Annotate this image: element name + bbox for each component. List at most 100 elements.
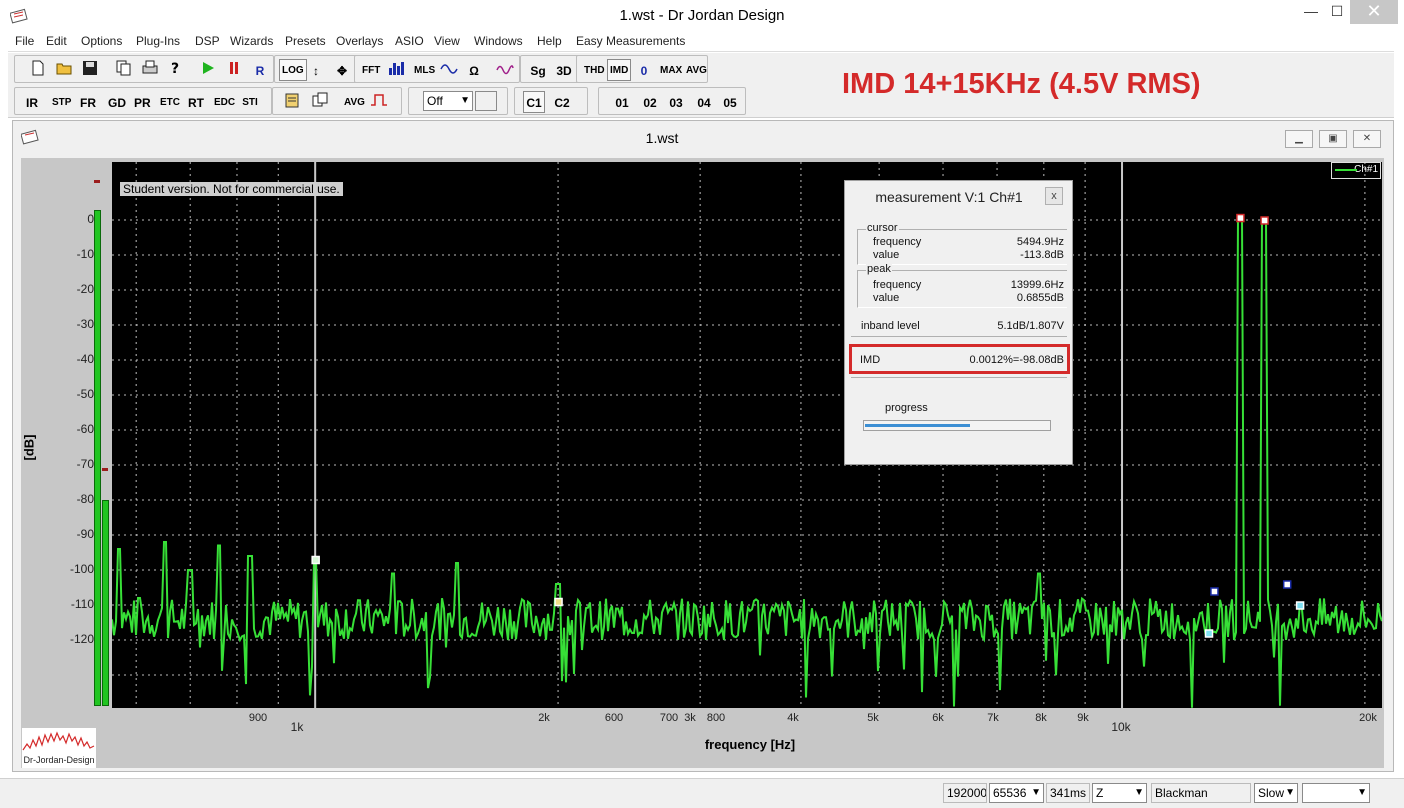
- menu-plugins[interactable]: Plug-Ins: [136, 34, 180, 48]
- off-select[interactable]: Off ▼: [423, 91, 473, 111]
- menu-overlays[interactable]: Overlays: [336, 34, 383, 48]
- logo-text: Dr-Jordan-Design: [23, 755, 95, 765]
- x-tick-major: 1k: [290, 720, 304, 734]
- cursor-frequency-label: frequency: [873, 236, 922, 248]
- save-icon[interactable]: [79, 59, 101, 81]
- spectrum-plot[interactable]: [112, 162, 1382, 708]
- imd-button[interactable]: IMD: [607, 59, 632, 81]
- mls-button[interactable]: MLS: [411, 59, 438, 81]
- open-icon[interactable]: [53, 59, 75, 81]
- waveform-icon[interactable]: [437, 59, 461, 81]
- preset-01-button[interactable]: 01: [611, 91, 633, 113]
- print-icon[interactable]: [139, 59, 161, 81]
- new-icon[interactable]: [27, 59, 49, 81]
- zero-button[interactable]: 0: [633, 59, 655, 81]
- clipboard-icon[interactable]: [281, 91, 303, 113]
- menu-presets[interactable]: Presets: [285, 34, 326, 48]
- imd-label: IMD: [860, 354, 881, 366]
- max-button[interactable]: MAX: [657, 59, 685, 81]
- menu-dsp[interactable]: DSP: [195, 34, 220, 48]
- play-icon[interactable]: [197, 59, 219, 81]
- signal-generator-button[interactable]: Sg: [527, 59, 549, 81]
- preset-03-button[interactable]: 03: [665, 91, 687, 113]
- x-tick: 800: [706, 712, 726, 724]
- maximize-button[interactable]: ☐: [1322, 0, 1352, 24]
- move-icon[interactable]: ✥: [331, 59, 353, 81]
- channel-c1-button[interactable]: C1: [523, 91, 545, 113]
- tools-toolbar: AVG: [272, 87, 402, 115]
- imd-value: 0.0012%=-98.08dB: [969, 354, 1065, 366]
- y-axis-label: [dB]: [21, 434, 37, 461]
- record-r-icon[interactable]: R: [249, 59, 271, 81]
- pr-button[interactable]: PR: [131, 91, 154, 113]
- thd-button[interactable]: THD: [581, 59, 608, 81]
- menu-windows[interactable]: Windows: [474, 34, 523, 48]
- help-icon[interactable]: ?: [165, 59, 187, 81]
- close-button[interactable]: ✕: [1350, 0, 1398, 24]
- fft-size-select[interactable]: 65536 ▼: [989, 783, 1044, 803]
- doc-close-icon[interactable]: ✕: [1353, 130, 1381, 148]
- windows-icon[interactable]: [309, 91, 331, 113]
- menu-asio[interactable]: ASIO: [395, 34, 424, 48]
- sweep-icon[interactable]: [493, 59, 517, 81]
- level-meter-left: [94, 210, 101, 706]
- menu-file[interactable]: File: [15, 34, 34, 48]
- avg-button-2[interactable]: AVG: [341, 91, 368, 113]
- progress-fill: [865, 424, 970, 427]
- ohm-icon[interactable]: Ω: [463, 59, 485, 81]
- menu-options[interactable]: Options: [81, 34, 122, 48]
- log-button[interactable]: LOG: [279, 59, 307, 81]
- signal-toolbar: Sg 3D: [520, 55, 582, 83]
- avg-button[interactable]: AVG: [683, 59, 710, 81]
- stp-button[interactable]: STP: [49, 91, 74, 113]
- sti-button[interactable]: STI: [239, 91, 261, 113]
- view-toolbar: LOG ↕ ✥: [274, 55, 360, 83]
- color-swatch[interactable]: [475, 91, 497, 111]
- doc-restore-icon[interactable]: ▣: [1319, 130, 1347, 148]
- vertical-arrow-icon[interactable]: ↕: [305, 59, 327, 81]
- fft-size-value: 65536: [993, 786, 1027, 800]
- menu-bar: File Edit Options Plug-Ins DSP Wizards P…: [8, 32, 1394, 52]
- pause-icon[interactable]: [223, 59, 245, 81]
- ir-button[interactable]: IR: [21, 91, 43, 113]
- imd-product-marker: [1210, 587, 1219, 596]
- cursor-group: cursor frequency 5494.9Hz value -113.8dB: [857, 222, 1067, 265]
- chevron-down-icon: ▼: [1134, 787, 1144, 798]
- measurement-close-button[interactable]: x: [1045, 187, 1063, 205]
- fft-button[interactable]: FFT: [359, 59, 383, 81]
- copy-icon[interactable]: [113, 59, 135, 81]
- fr-button[interactable]: FR: [77, 91, 99, 113]
- menu-edit[interactable]: Edit: [46, 34, 67, 48]
- extra-select[interactable]: ▼: [1302, 783, 1370, 803]
- cursor-value: -113.8dB: [1020, 249, 1064, 261]
- menu-help[interactable]: Help: [537, 34, 562, 48]
- menu-view[interactable]: View: [434, 34, 460, 48]
- menu-wizards[interactable]: Wizards: [230, 34, 273, 48]
- progress-label: progress: [885, 402, 928, 414]
- speed-select[interactable]: Slow ▼: [1254, 783, 1298, 803]
- z-select[interactable]: Z ▼: [1092, 783, 1147, 803]
- status-bar: 192000 65536 ▼ 341ms Z ▼ Blackman Slow ▼ ▼: [0, 778, 1404, 808]
- etc-button[interactable]: ETC: [157, 91, 183, 113]
- imd-product-marker: [1282, 580, 1292, 589]
- preset-04-button[interactable]: 04: [693, 91, 715, 113]
- doc-minimize-icon[interactable]: ▁: [1285, 130, 1313, 148]
- 3d-button[interactable]: 3D: [553, 59, 575, 81]
- rt-button[interactable]: RT: [185, 91, 207, 113]
- x-tick: 9k: [1077, 712, 1089, 724]
- menu-easy-measurements[interactable]: Easy Measurements: [576, 34, 685, 48]
- gd-button[interactable]: GD: [105, 91, 129, 113]
- channel-c2-button[interactable]: C2: [551, 91, 573, 113]
- channel-toolbar: C1 C2: [514, 87, 588, 115]
- z-value: Z: [1096, 786, 1104, 800]
- y-tick: -10: [76, 247, 94, 261]
- spectrum-icon[interactable]: [385, 59, 409, 81]
- pulse-icon[interactable]: [367, 91, 391, 113]
- peak-group: peak frequency 13999.6Hz value 0.6855dB: [857, 263, 1067, 308]
- y-tick: -40: [76, 352, 94, 366]
- preset-02-button[interactable]: 02: [639, 91, 661, 113]
- edc-button[interactable]: EDC: [211, 91, 238, 113]
- peak-marker: [1260, 216, 1269, 225]
- preset-05-button[interactable]: 05: [719, 91, 741, 113]
- progress-bar: [863, 420, 1051, 431]
